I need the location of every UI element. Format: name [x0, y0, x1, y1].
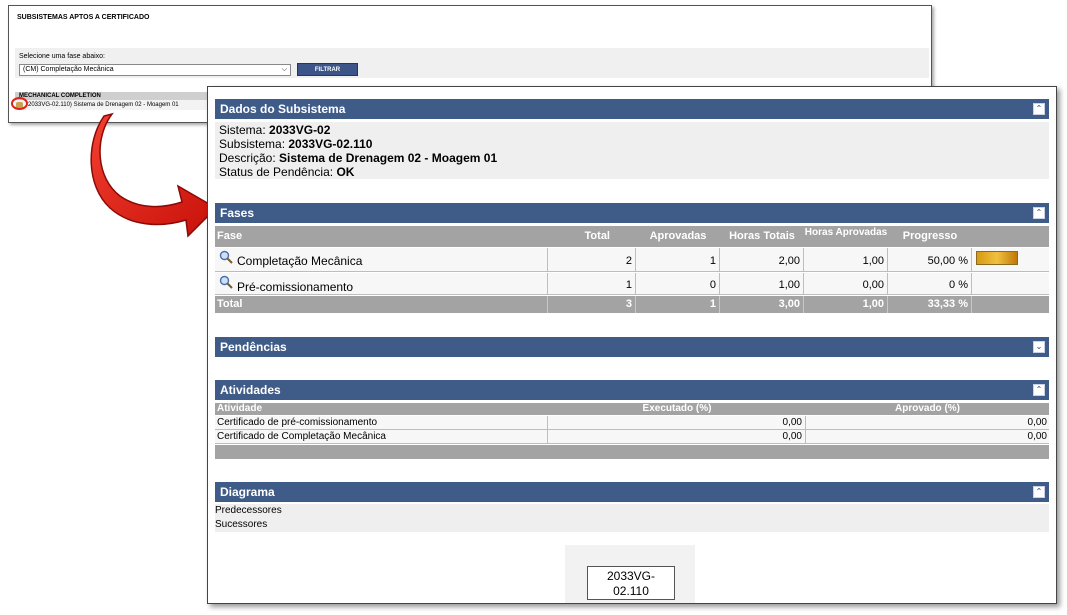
diagrama-panel-header: Diagrama ⌃ [215, 482, 1049, 502]
fase-progresso: 50,00 % [888, 248, 972, 271]
col-progresso: Progresso [902, 230, 958, 242]
atividades-footer [215, 445, 1049, 459]
fase-horas-totais: 1,00 [720, 273, 804, 294]
curved-arrow-icon [90, 112, 218, 238]
sucessores-label: Sucessores [215, 518, 1049, 532]
collapse-up-icon[interactable]: ⌃ [1033, 103, 1045, 115]
predecessores-label: Predecessores [215, 504, 1049, 518]
dados-panel-header: Dados do Subsistema ⌃ [215, 99, 1049, 119]
fase-aprovadas: 0 [636, 273, 720, 294]
atividade-executado: 0,00 [548, 430, 806, 443]
sistema-value: 2033VG-02 [269, 123, 331, 137]
col-atividade: Atividade [217, 403, 263, 414]
fase-horas-totais: 2,00 [720, 248, 804, 271]
col-fase: Fase [217, 230, 243, 242]
fases-panel-header: Fases ⌃ [215, 203, 1049, 223]
atividade-executado: 0,00 [548, 416, 806, 429]
node-line-1: 2033VG- [606, 569, 656, 583]
fases-panel-title: Fases [220, 206, 255, 220]
fases-header-row: Fase Total Aprovadas Horas Totais Horas … [215, 226, 1049, 247]
collapse-up-icon[interactable]: ⌃ [1033, 207, 1045, 219]
total-aprovadas: 1 [636, 296, 720, 313]
col-aprovado: Aprovado (%) [895, 403, 960, 414]
fase-horas-aprovadas: 0,00 [804, 273, 888, 294]
subsystem-detail-window: Dados do Subsistema ⌃ Sistema: 2033VG-02… [207, 86, 1057, 604]
diagrama-body: Predecessores Sucessores [208, 502, 1049, 532]
total-row: Total 3 1 3,00 1,00 33,33 % [215, 296, 1049, 313]
progress-bar [976, 251, 1018, 265]
subsistema-value: 2033VG-02.110 [288, 137, 373, 151]
fase-total: 2 [548, 248, 636, 271]
subsistema-line: Subsistema: 2033VG-02.110 [219, 137, 372, 151]
fase-name: Completação Mecânica [215, 248, 548, 271]
atividades-panel-header: Atividades ⌃ [215, 380, 1049, 400]
atividade-aprovado: 0,00 [1027, 417, 1047, 428]
pendencias-panel-header[interactable]: Pendências ⌄ [215, 337, 1049, 357]
dados-panel-body: Sistema: 2033VG-02 Subsistema: 2033VG-02… [215, 122, 1049, 179]
group-header: MECHANICAL COMPLETION [15, 92, 215, 100]
collapse-up-icon[interactable]: ⌃ [1033, 384, 1045, 396]
total-label: Total [215, 296, 548, 313]
atividade-name: Certificado de Completação Mecânica [217, 430, 548, 443]
magnifier-icon[interactable] [219, 250, 233, 264]
descricao-label: Descrição: [219, 151, 276, 165]
pendencias-panel-title: Pendências [220, 340, 287, 354]
fase-horas-aprovadas: 1,00 [804, 248, 888, 271]
status-value: OK [336, 165, 355, 179]
total-total: 3 [548, 296, 636, 313]
diagram-canvas: 2033VG- 02.110 [565, 545, 695, 603]
total-empty [972, 296, 1049, 313]
descricao-value: Sistema de Drenagem 02 - Moagem 01 [279, 151, 498, 165]
expand-down-icon[interactable]: ⌄ [1033, 341, 1045, 353]
magnifier-icon[interactable] [219, 275, 233, 289]
sistema-label: Sistema: [219, 123, 266, 137]
window-title: SUBSISTEMAS APTOS A CERTIFICADO [17, 14, 150, 21]
atividade-aprovado: 0,00 [1027, 431, 1047, 442]
phase-select[interactable]: (CM) Completação Mecânica ⌵ [19, 64, 291, 76]
table-row[interactable]: Completação Mecânica 2 1 2,00 1,00 50,00… [215, 248, 1049, 272]
fase-total: 1 [548, 273, 636, 294]
diagram-node[interactable]: 2033VG- 02.110 [587, 566, 675, 600]
phase-select-value: (CM) Completação Mecânica [23, 66, 114, 73]
fase-aprovadas: 1 [636, 248, 720, 271]
total-horas-aprovadas: 1,00 [804, 296, 888, 313]
sistema-line: Sistema: 2033VG-02 [219, 123, 330, 137]
table-row[interactable]: Certificado de Completação Mecânica 0,00… [215, 430, 1049, 444]
progress-cell [972, 273, 1049, 294]
col-executado: Executado (%) [642, 403, 712, 414]
descricao-line: Descrição: Sistema de Drenagem 02 - Moag… [219, 151, 497, 165]
table-row[interactable]: Pré-comissionamento 1 0 1,00 0,00 0 % [215, 273, 1049, 295]
fase-progresso: 0 % [888, 273, 972, 294]
atividades-panel-title: Atividades [220, 383, 281, 397]
col-horas-totais: Horas Totais [729, 230, 795, 242]
col-aprovadas: Aprovadas [649, 230, 707, 242]
fase-name: Pré-comissionamento [215, 273, 548, 294]
atividades-header-row: Atividade Executado (%) Aprovado (%) [215, 403, 1049, 415]
progress-cell [972, 248, 1049, 271]
subsistema-label: Subsistema: [219, 137, 286, 151]
dados-panel-title: Dados do Subsistema [220, 102, 346, 116]
highlight-circle [11, 97, 28, 110]
chevron-down-icon: ⌵ [281, 66, 287, 73]
node-line-2: 02.110 [613, 584, 649, 598]
total-horas-totais: 3,00 [720, 296, 804, 313]
col-horas-aprovadas: Horas Aprovadas [804, 227, 888, 238]
total-progresso: 33,33 % [888, 296, 972, 313]
status-label: Status de Pendência: [219, 165, 334, 179]
atividade-name: Certificado de pré-comissionamento [217, 416, 548, 429]
status-line: Status de Pendência: OK [219, 165, 354, 179]
filter-button[interactable]: FILTRAR [297, 63, 358, 76]
diagrama-panel-title: Diagrama [220, 485, 275, 499]
col-total: Total [584, 230, 610, 242]
table-row[interactable]: Certificado de pré-comissionamento 0,00 … [215, 416, 1049, 430]
filter-label: Selecione uma fase abaixo: [19, 53, 105, 60]
collapse-up-icon[interactable]: ⌃ [1033, 486, 1045, 498]
